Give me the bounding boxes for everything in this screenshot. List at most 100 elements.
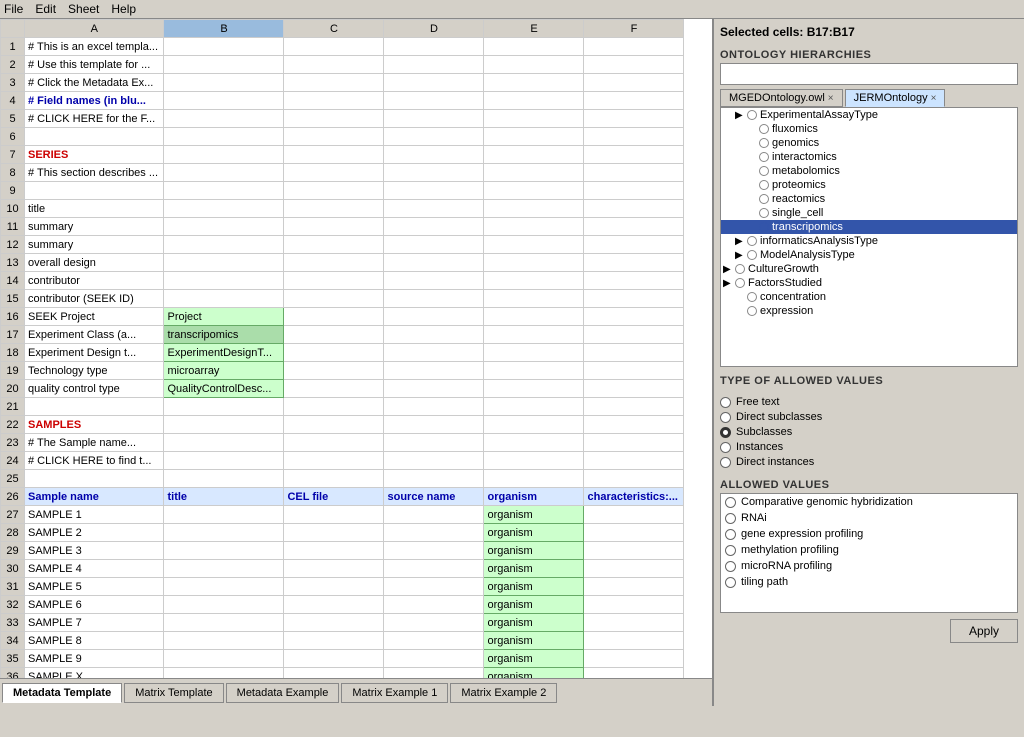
cell[interactable]: SAMPLE 8 [25, 632, 164, 650]
tree-item[interactable]: metabolomics [721, 164, 1017, 178]
cell[interactable] [584, 164, 684, 182]
cell[interactable]: SAMPLES [25, 416, 164, 434]
cell[interactable] [584, 128, 684, 146]
cell[interactable] [284, 506, 384, 524]
table-row[interactable]: 17Experiment Class (a...transcripomics [1, 326, 684, 344]
radio-button[interactable] [725, 561, 736, 572]
cell[interactable]: title [164, 488, 284, 506]
cell[interactable]: SAMPLE 5 [25, 578, 164, 596]
cell[interactable] [284, 542, 384, 560]
cell[interactable] [284, 146, 384, 164]
table-row[interactable]: 32SAMPLE 6organism [1, 596, 684, 614]
radio-button[interactable] [725, 577, 736, 588]
cell[interactable] [384, 182, 484, 200]
cell[interactable] [584, 452, 684, 470]
table-row[interactable]: 10title [1, 200, 684, 218]
cell[interactable] [384, 542, 484, 560]
menu-file[interactable]: File [4, 2, 23, 16]
allowed-type-row[interactable]: Direct instances [720, 456, 1018, 468]
cell[interactable] [384, 56, 484, 74]
cell[interactable] [284, 56, 384, 74]
cell[interactable] [384, 254, 484, 272]
table-row[interactable]: 31SAMPLE 5organism [1, 578, 684, 596]
cell[interactable] [284, 92, 384, 110]
tab-mged-close[interactable]: × [828, 93, 834, 104]
table-row[interactable]: 3# Click the Metadata Ex... [1, 74, 684, 92]
cell[interactable] [164, 74, 284, 92]
table-row[interactable]: 19Technology typemicroarray [1, 362, 684, 380]
cell[interactable] [384, 218, 484, 236]
table-row[interactable]: 4# Field names (in blu... [1, 92, 684, 110]
radio-button[interactable] [720, 397, 731, 408]
cell[interactable]: organism [484, 506, 584, 524]
radio-button[interactable] [725, 497, 736, 508]
cell[interactable] [384, 326, 484, 344]
cell[interactable] [484, 146, 584, 164]
tab-jerm-close[interactable]: × [931, 93, 937, 104]
cell[interactable] [384, 398, 484, 416]
cell[interactable] [584, 254, 684, 272]
table-row[interactable]: 23# The Sample name... [1, 434, 684, 452]
cell[interactable] [284, 272, 384, 290]
cell[interactable]: SAMPLE 7 [25, 614, 164, 632]
cell[interactable] [484, 452, 584, 470]
table-row[interactable]: 35SAMPLE 9organism [1, 650, 684, 668]
cell[interactable] [284, 668, 384, 679]
table-row[interactable]: 14contributor [1, 272, 684, 290]
table-row[interactable]: 18Experiment Design t...ExperimentDesign… [1, 344, 684, 362]
radio-button[interactable] [720, 442, 731, 453]
cell[interactable] [584, 290, 684, 308]
table-row[interactable]: 26Sample nametitleCEL filesource nameorg… [1, 488, 684, 506]
tab-metadata-example[interactable]: Metadata Example [226, 683, 340, 703]
cell[interactable] [584, 380, 684, 398]
cell[interactable]: characteristics:... [584, 488, 684, 506]
cell[interactable]: organism [484, 650, 584, 668]
cell[interactable]: Experiment Design t... [25, 344, 164, 362]
cell[interactable] [384, 524, 484, 542]
cell[interactable] [284, 128, 384, 146]
cell[interactable]: SAMPLE 9 [25, 650, 164, 668]
cell[interactable] [384, 362, 484, 380]
tab-mged-ontology[interactable]: MGEDOntology.owl × [720, 89, 843, 107]
cell[interactable] [584, 614, 684, 632]
cell[interactable] [484, 236, 584, 254]
cell[interactable]: SAMPLE 2 [25, 524, 164, 542]
cell[interactable] [284, 344, 384, 362]
cell[interactable] [584, 182, 684, 200]
cell[interactable] [584, 362, 684, 380]
cell[interactable]: ExperimentDesignT... [164, 344, 284, 362]
tree-item[interactable]: fluxomics [721, 122, 1017, 136]
allowed-type-row[interactable]: Instances [720, 441, 1018, 453]
cell[interactable] [584, 74, 684, 92]
cell[interactable] [284, 254, 384, 272]
cell[interactable] [384, 596, 484, 614]
table-row[interactable]: 1# This is an excel templa... [1, 38, 684, 56]
ontology-search-input[interactable] [720, 63, 1018, 85]
cell[interactable] [584, 416, 684, 434]
cell[interactable] [384, 128, 484, 146]
cell[interactable]: quality control type [25, 380, 164, 398]
cell[interactable]: # Click the Metadata Ex... [25, 74, 164, 92]
cell[interactable] [384, 146, 484, 164]
cell[interactable] [384, 470, 484, 488]
allowed-values-list[interactable]: Comparative genomic hybridizationRNAigen… [720, 493, 1018, 613]
cell[interactable] [384, 200, 484, 218]
cell[interactable] [284, 452, 384, 470]
cell[interactable] [484, 254, 584, 272]
cell[interactable]: Experiment Class (a... [25, 326, 164, 344]
col-header-f[interactable]: F [584, 20, 684, 38]
cell[interactable] [384, 650, 484, 668]
allowed-value-item[interactable]: methylation profiling [721, 542, 1017, 558]
table-row[interactable]: 28SAMPLE 2organism [1, 524, 684, 542]
cell[interactable] [584, 398, 684, 416]
cell[interactable] [584, 434, 684, 452]
menu-sheet[interactable]: Sheet [68, 2, 99, 16]
cell[interactable] [284, 632, 384, 650]
cell[interactable] [384, 380, 484, 398]
table-row[interactable]: 12summary [1, 236, 684, 254]
tab-matrix-example-2[interactable]: Matrix Example 2 [450, 683, 557, 703]
cell[interactable] [484, 398, 584, 416]
cell[interactable] [284, 380, 384, 398]
cell[interactable] [164, 38, 284, 56]
allowed-type-row[interactable]: Subclasses [720, 426, 1018, 438]
